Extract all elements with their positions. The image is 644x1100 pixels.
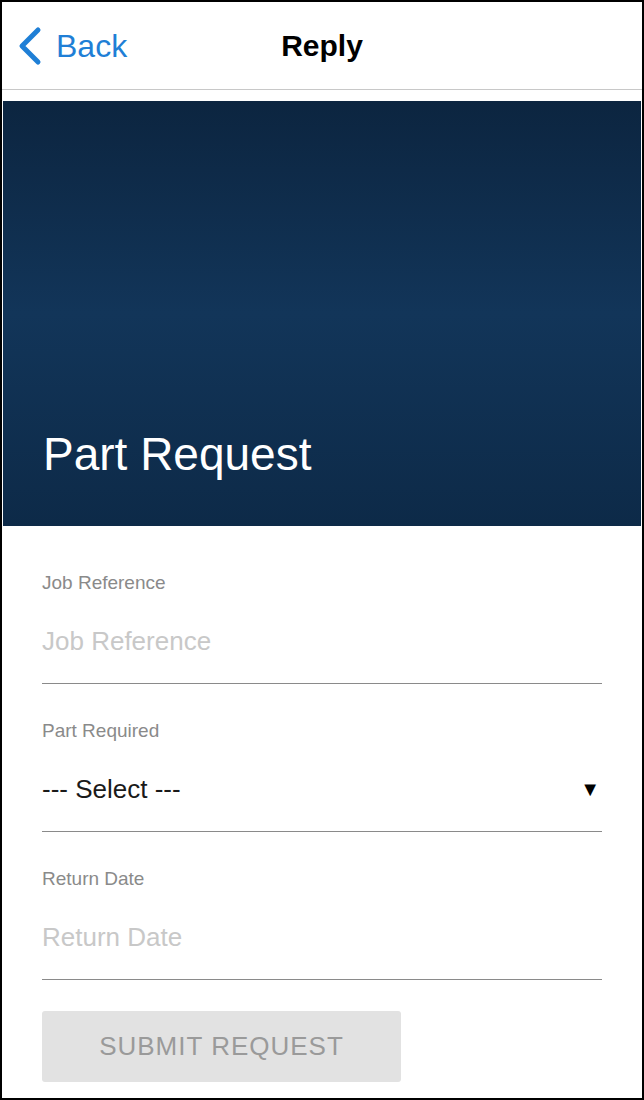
submit-row: SUBMIT REQUEST bbox=[42, 980, 602, 1082]
form-field: Part Required --- Select --- ▼ bbox=[42, 719, 602, 832]
text-input[interactable] bbox=[42, 626, 602, 656]
request-form: Job ReferencePart Required--- Select ---… bbox=[2, 526, 642, 1082]
field-label: Job Reference bbox=[42, 571, 602, 595]
input-row bbox=[42, 595, 602, 684]
hero-title: Part Request bbox=[43, 426, 311, 482]
hero-banner: Part Request bbox=[3, 101, 641, 526]
page-title: Reply bbox=[281, 26, 363, 66]
form-field: Job Reference bbox=[42, 571, 602, 684]
field-label: Part Required bbox=[42, 719, 602, 743]
back-button[interactable]: Back bbox=[2, 26, 127, 66]
input-row bbox=[42, 891, 602, 980]
dropdown-arrow-icon: ▼ bbox=[580, 774, 602, 804]
text-input[interactable] bbox=[42, 922, 602, 952]
part-select[interactable]: --- Select --- ▼ bbox=[42, 743, 602, 832]
select-value: --- Select --- bbox=[42, 774, 181, 804]
nav-bar: Back Reply bbox=[2, 2, 642, 90]
form-field: Return Date bbox=[42, 867, 602, 980]
chevron-left-icon bbox=[16, 26, 44, 66]
field-label: Return Date bbox=[42, 867, 602, 891]
submit-button[interactable]: SUBMIT REQUEST bbox=[42, 1011, 401, 1082]
